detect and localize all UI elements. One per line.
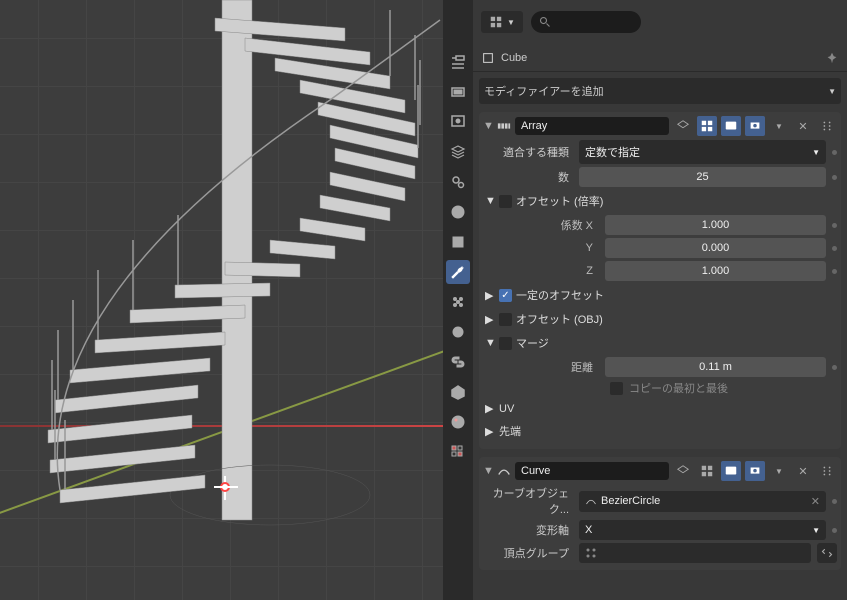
- modifier-stack: モディファイアーを追加▼ ▼ ▼ ✕ 適合する種類 定数で指定▼: [473, 72, 847, 600]
- panel-header: ▼: [473, 0, 847, 44]
- properties-tabs: [443, 0, 473, 600]
- relative-offset-header[interactable]: ▼ オフセット (倍率): [483, 191, 837, 211]
- object-name: Cube: [501, 52, 527, 64]
- search-icon: [539, 16, 551, 28]
- realtime-toggle[interactable]: [721, 116, 741, 136]
- collapse-icon: ▼: [483, 120, 493, 132]
- output-tab-icon[interactable]: [446, 110, 470, 134]
- first-last-checkbox[interactable]: [610, 382, 623, 395]
- first-last-label: コピーの最初と最後: [629, 380, 728, 396]
- curve-modifier: ▼ ▼ ✕ カーブオブジェク... BezierCircle✕: [479, 457, 841, 570]
- deform-axis-dropdown[interactable]: X▼: [579, 520, 826, 540]
- merge-checkbox[interactable]: [499, 337, 512, 350]
- on-cage-toggle[interactable]: [673, 116, 693, 136]
- spiral-staircase-mesh: [0, 0, 443, 600]
- distance-label: 距離: [501, 359, 599, 375]
- modifier-panel: ▼ Cube モディファイアーを追加▼ ▼: [473, 0, 847, 600]
- curve-object-picker[interactable]: BezierCircle✕: [579, 491, 826, 512]
- modifier-name-input[interactable]: [515, 117, 669, 135]
- drag-handle-icon[interactable]: [817, 461, 837, 481]
- fit-type-dropdown[interactable]: 定数で指定▼: [579, 140, 826, 164]
- modifier-extras-dropdown[interactable]: ▼: [769, 461, 789, 481]
- modifier-extras-dropdown[interactable]: ▼: [769, 116, 789, 136]
- mesh-tab-icon[interactable]: [446, 380, 470, 404]
- modifier-tab-icon[interactable]: [446, 260, 470, 284]
- search-wrap: [531, 11, 641, 33]
- viewlayer-tab-icon[interactable]: [446, 140, 470, 164]
- cap-header[interactable]: ▶先端: [483, 421, 837, 441]
- texture-tab-icon[interactable]: [446, 440, 470, 464]
- object-offset-checkbox[interactable]: [499, 313, 512, 326]
- realtime-toggle[interactable]: [721, 461, 741, 481]
- add-modifier-button[interactable]: モディファイアーを追加▼: [479, 78, 841, 104]
- factor-y-label: Y: [501, 242, 599, 254]
- edit-mode-toggle[interactable]: [697, 461, 717, 481]
- 3d-cursor: [214, 476, 238, 500]
- editor-type-dropdown[interactable]: ▼: [481, 11, 523, 33]
- count-label: 数: [483, 169, 573, 185]
- merge-header[interactable]: ▼マージ: [483, 333, 837, 353]
- render-toggle[interactable]: [745, 116, 765, 136]
- pin-icon[interactable]: [825, 51, 839, 65]
- constant-offset-checkbox[interactable]: [499, 289, 512, 302]
- properties-panel: ▼ Cube モディファイアーを追加▼ ▼: [443, 0, 847, 600]
- factor-x-label: 係数 X: [501, 217, 599, 233]
- curve-icon: [497, 464, 511, 478]
- delete-modifier-button[interactable]: ✕: [793, 116, 813, 136]
- drag-handle-icon[interactable]: [817, 116, 837, 136]
- render-toggle[interactable]: [745, 461, 765, 481]
- curve-modifier-header[interactable]: ▼ ▼ ✕: [483, 461, 837, 481]
- world-tab-icon[interactable]: [446, 200, 470, 224]
- edit-mode-toggle[interactable]: [697, 116, 717, 136]
- object-tab-icon[interactable]: [446, 230, 470, 254]
- delete-modifier-button[interactable]: ✕: [793, 461, 813, 481]
- factor-y-input[interactable]: [605, 238, 826, 258]
- render-tab-icon[interactable]: [446, 80, 470, 104]
- count-input[interactable]: [579, 167, 826, 187]
- clear-icon[interactable]: ✕: [811, 495, 820, 508]
- invert-vgroup-button[interactable]: [817, 543, 837, 563]
- on-cage-toggle[interactable]: [673, 461, 693, 481]
- vertex-group-label: 頂点グループ: [483, 545, 573, 561]
- factor-z-input[interactable]: [605, 261, 826, 281]
- material-tab-icon[interactable]: [446, 410, 470, 434]
- particles-tab-icon[interactable]: [446, 290, 470, 314]
- modifier-name-input[interactable]: [515, 462, 669, 480]
- object-offset-header[interactable]: ▶オフセット (OBJ): [483, 309, 837, 329]
- animate-dot[interactable]: [832, 175, 837, 180]
- 3d-viewport[interactable]: [0, 0, 443, 600]
- vertex-group-picker[interactable]: [579, 543, 811, 563]
- relative-offset-checkbox[interactable]: [499, 195, 512, 208]
- distance-input[interactable]: [605, 357, 826, 377]
- factor-x-input[interactable]: [605, 215, 826, 235]
- object-context-row: Cube: [473, 44, 847, 72]
- array-modifier-header[interactable]: ▼ ▼ ✕: [483, 116, 837, 136]
- physics-tab-icon[interactable]: [446, 320, 470, 344]
- curve-object-label: カーブオブジェク...: [483, 485, 573, 517]
- mesh-icon: [481, 51, 495, 65]
- tool-tab-icon[interactable]: [446, 50, 470, 74]
- collapse-icon: ▼: [483, 465, 493, 477]
- scene-tab-icon[interactable]: [446, 170, 470, 194]
- animate-dot[interactable]: [832, 150, 837, 155]
- deform-axis-label: 変形軸: [483, 522, 573, 538]
- constant-offset-header[interactable]: ▶一定のオフセット: [483, 285, 837, 305]
- array-icon: [497, 119, 511, 133]
- fit-type-label: 適合する種類: [483, 144, 573, 160]
- constraints-tab-icon[interactable]: [446, 350, 470, 374]
- uv-header[interactable]: ▶UV: [483, 400, 837, 417]
- factor-z-label: Z: [501, 265, 599, 277]
- array-modifier: ▼ ▼ ✕ 適合する種類 定数で指定▼ 数: [479, 112, 841, 449]
